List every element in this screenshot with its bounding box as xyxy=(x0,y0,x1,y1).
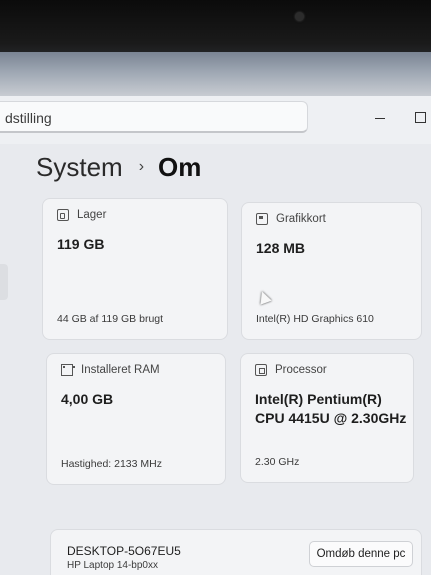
ram-value: 4,00 GB xyxy=(61,391,114,407)
processor-name-line1: Intel(R) Pentium(R) xyxy=(255,391,382,407)
storage-detail: 44 GB af 119 GB brugt xyxy=(57,313,164,325)
settings-search-input[interactable]: dstilling xyxy=(0,101,308,133)
ram-detail: Hastighed: 2133 MHz xyxy=(61,458,162,470)
storage-card-header: Lager xyxy=(57,209,106,221)
breadcrumb-parent[interactable]: System xyxy=(36,152,123,183)
storage-card[interactable]: Lager 119 GB 44 GB af 119 GB brugt xyxy=(42,198,228,340)
processor-icon xyxy=(255,364,267,376)
settings-window: dstilling System › Om Lager 119 GB 44 GB… xyxy=(0,52,431,575)
page-title: Om xyxy=(158,151,202,182)
processor-name-line2: CPU 4415U @ 2.30GHz xyxy=(255,410,407,426)
device-name-row: DESKTOP-5O67EU5 HP Laptop 14-bp0xx Omdøb… xyxy=(50,529,422,575)
device-model: HP Laptop 14-bp0xx xyxy=(67,560,158,571)
ram-card-title: Installeret RAM xyxy=(81,364,160,376)
processor-card-title: Processor xyxy=(275,364,327,376)
storage-icon xyxy=(57,209,69,221)
storage-value: 119 GB xyxy=(57,236,105,252)
desktop-wallpaper xyxy=(0,52,431,96)
processor-card[interactable]: Processor Intel(R) Pentium(R) CPU 4415U … xyxy=(240,353,414,483)
breadcrumb: System › Om xyxy=(36,144,201,190)
graphics-card-icon xyxy=(256,213,268,225)
rename-pc-button[interactable]: Omdøb denne pc xyxy=(309,541,413,567)
processor-value: Intel(R) Pentium(R) CPU 4415U @ 2.30GHz xyxy=(255,390,406,428)
ram-card-header: Installeret RAM xyxy=(61,364,160,376)
graphics-memory-value: 128 MB xyxy=(256,240,306,256)
graphics-card-detail: Intel(R) HD Graphics 610 xyxy=(256,313,374,325)
device-name: DESKTOP-5O67EU5 xyxy=(67,544,181,558)
graphics-card-card[interactable]: Grafikkort 128 MB Intel(R) HD Graphics 6… xyxy=(241,202,422,340)
ram-icon xyxy=(61,364,75,376)
storage-card-title: Lager xyxy=(77,209,107,221)
webcam-icon xyxy=(295,12,304,21)
minimize-button[interactable] xyxy=(375,118,385,119)
nav-pane-edge xyxy=(0,264,8,300)
processor-detail: 2.30 GHz xyxy=(255,456,300,468)
title-bar: dstilling xyxy=(0,96,431,144)
maximize-button[interactable] xyxy=(415,112,426,123)
ram-card[interactable]: Installeret RAM 4,00 GB Hastighed: 2133 … xyxy=(46,353,226,485)
graphics-card-header: Grafikkort xyxy=(256,213,326,225)
processor-card-header: Processor xyxy=(255,364,327,376)
graphics-card-title: Grafikkort xyxy=(276,213,326,225)
breadcrumb-separator-icon: › xyxy=(138,158,145,175)
